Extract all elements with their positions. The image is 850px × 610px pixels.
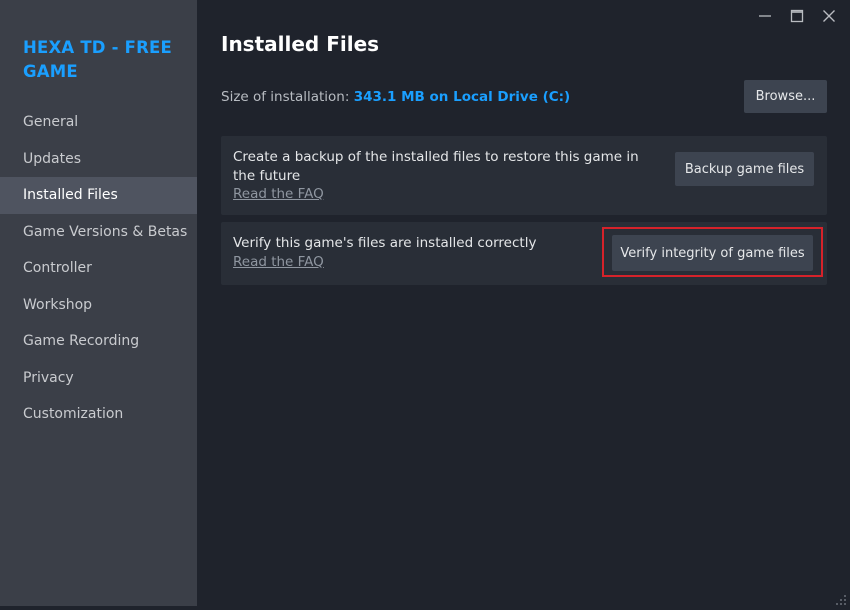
sidebar-item-updates[interactable]: Updates	[0, 141, 197, 178]
installation-size-label: Size of installation:	[221, 89, 350, 105]
installation-size: Size of installation: 343.1 MB on Local …	[221, 89, 570, 105]
browse-button[interactable]: Browse...	[744, 80, 827, 113]
close-button[interactable]	[813, 5, 845, 27]
sidebar-item-customization[interactable]: Customization	[0, 396, 197, 433]
installation-size-value: 343.1 MB on Local Drive (C:)	[353, 89, 571, 105]
verify-card: Verify this game's files are installed c…	[221, 222, 827, 285]
properties-window: HEXA TD - FREE GAME General Updates Inst…	[0, 0, 850, 606]
verify-faq-link[interactable]: Read the FAQ	[233, 253, 324, 272]
minimize-icon	[758, 9, 772, 23]
window-controls	[749, 5, 845, 27]
sidebar-item-controller[interactable]: Controller	[0, 250, 197, 287]
main-panel: Installed Files Size of installation: 34…	[197, 0, 850, 606]
backup-description: Create a backup of the installed files t…	[233, 149, 639, 184]
maximize-icon	[790, 9, 804, 23]
page-title: Installed Files	[221, 32, 380, 56]
sidebar-item-workshop[interactable]: Workshop	[0, 287, 197, 324]
minimize-button[interactable]	[749, 5, 781, 27]
maximize-button[interactable]	[781, 5, 813, 27]
sidebar-item-privacy[interactable]: Privacy	[0, 360, 197, 397]
sidebar: HEXA TD - FREE GAME General Updates Inst…	[0, 0, 197, 606]
backup-faq-link[interactable]: Read the FAQ	[233, 185, 324, 204]
sidebar-item-general[interactable]: General	[0, 104, 197, 141]
sidebar-nav: General Updates Installed Files Game Ver…	[0, 104, 197, 433]
sidebar-item-game-recording[interactable]: Game Recording	[0, 323, 197, 360]
backup-card-content: Create a backup of the installed files t…	[233, 148, 663, 204]
backup-card: Create a backup of the installed files t…	[221, 136, 827, 215]
sidebar-item-installed-files[interactable]: Installed Files	[0, 177, 197, 214]
verify-integrity-button[interactable]: Verify integrity of game files	[612, 235, 813, 271]
verify-description: Verify this game's files are installed c…	[233, 235, 537, 251]
game-title: HEXA TD - FREE GAME	[23, 38, 172, 81]
close-icon	[822, 9, 836, 23]
sidebar-item-game-versions-betas[interactable]: Game Versions & Betas	[0, 214, 197, 251]
verify-card-content: Verify this game's files are installed c…	[233, 234, 663, 271]
resize-grip-icon[interactable]	[835, 591, 847, 605]
backup-game-files-button[interactable]: Backup game files	[675, 152, 814, 186]
